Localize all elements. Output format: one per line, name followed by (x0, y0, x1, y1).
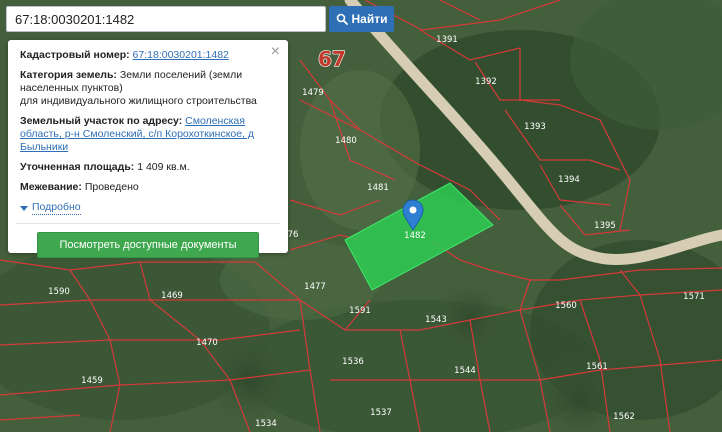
parcel-info-popup: × Кадастровый номер: 67:18:0030201:1482 … (8, 40, 288, 258)
cadastral-row: Кадастровый номер: 67:18:0030201:1482 (20, 49, 276, 62)
survey-value: Проведено (84, 181, 139, 193)
divider (16, 223, 280, 224)
parcel-label: 1481 (367, 183, 389, 193)
parcel-label: 1591 (349, 306, 371, 316)
parcel-label: 1470 (196, 338, 218, 348)
search-box[interactable] (6, 6, 326, 32)
parcel-label: 1391 (436, 35, 458, 45)
view-documents-button[interactable]: Посмотреть доступные документы (37, 232, 259, 258)
category-row: Категория земель: Земли поселений (земли… (20, 69, 276, 108)
parcel-label: 1477 (304, 282, 326, 292)
survey-row: Межевание: Проведено (20, 181, 276, 194)
search-button[interactable]: Найти (329, 6, 394, 32)
area-label: Уточненная площадь: (20, 161, 135, 173)
parcel-label: 1395 (594, 221, 616, 231)
parcel-label: 1479 (302, 88, 324, 98)
search-input[interactable] (7, 7, 325, 31)
search-button-label: Найти (351, 12, 388, 26)
details-link[interactable]: Подробно (32, 201, 81, 215)
parcel-label: 76 (288, 230, 299, 240)
parcel-label: 1537 (370, 408, 392, 418)
parcel-label: 1536 (342, 357, 364, 367)
parcel-label: 1459 (81, 376, 103, 386)
parcel-label: 1480 (335, 136, 357, 146)
area-value: 1 409 кв.м. (137, 161, 190, 173)
parcel-label: 1544 (454, 366, 476, 376)
category-label: Категория земель: (20, 69, 117, 81)
details-toggle[interactable]: Подробно (20, 201, 276, 215)
area-row: Уточненная площадь: 1 409 кв.м. (20, 161, 276, 174)
region-number: 67 (318, 47, 346, 71)
search-icon (336, 13, 348, 25)
parcel-label: 1393 (524, 122, 546, 132)
parcel-label: 1571 (683, 292, 705, 302)
parcel-label: 1561 (586, 362, 608, 372)
parcel-label: 1562 (613, 412, 635, 422)
parcel-label: 1543 (425, 315, 447, 325)
parcel-label: 1394 (558, 175, 580, 185)
address-label: Земельный участок по адресу: (20, 115, 183, 127)
parcel-label: 1534 (255, 419, 277, 429)
close-icon[interactable]: × (271, 44, 280, 60)
selected-parcel-label: 1482 (404, 231, 426, 241)
category-use: для индивидуального жилищного строительс… (20, 95, 257, 107)
cadastral-label: Кадастровый номер: (20, 49, 130, 61)
address-row: Земельный участок по адресу: Смоленская … (20, 115, 276, 154)
caret-down-icon (20, 205, 28, 211)
cadastral-link[interactable]: 67:18:0030201:1482 (133, 49, 229, 61)
parcel-label: 1392 (475, 77, 497, 87)
parcel-label: 1560 (555, 301, 577, 311)
parcel-label: 1590 (48, 287, 70, 297)
survey-label: Межевание: (20, 181, 82, 193)
parcel-label: 1469 (161, 291, 183, 301)
